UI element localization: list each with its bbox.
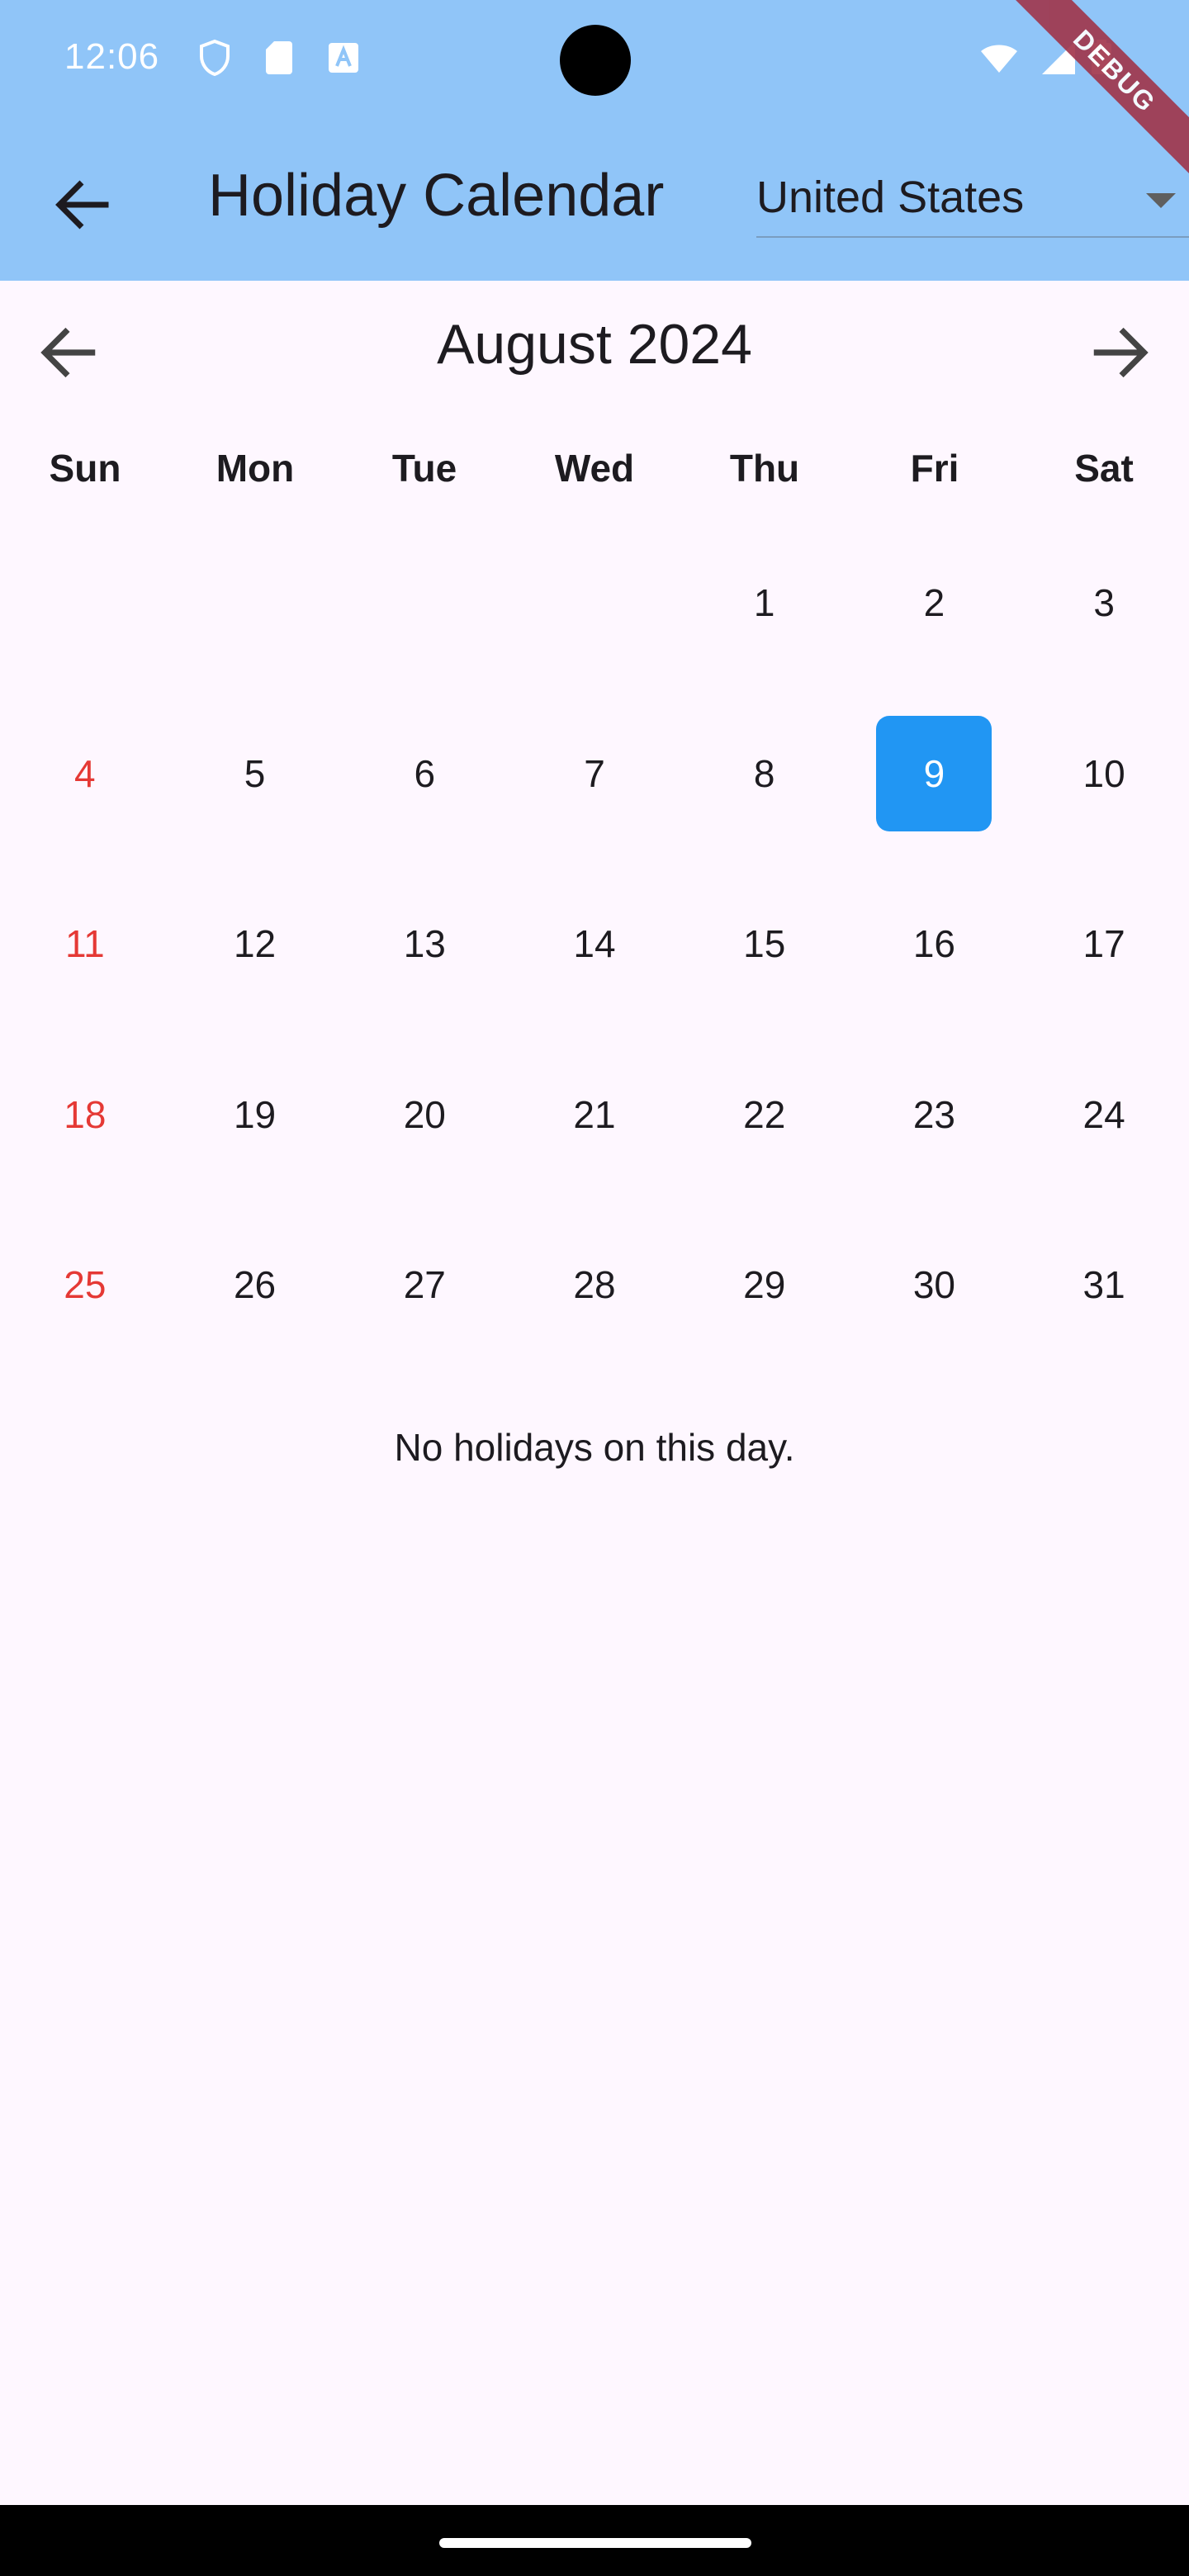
calendar-day[interactable]: 3 — [1046, 545, 1162, 661]
back-arrow-icon[interactable] — [48, 170, 117, 239]
camera-cutout — [560, 25, 631, 96]
calendar-day[interactable]: 10 — [1046, 716, 1162, 831]
next-month-button[interactable] — [1085, 317, 1156, 388]
calendar-day[interactable]: 13 — [367, 886, 482, 1002]
calendar-day[interactable]: 22 — [707, 1057, 822, 1172]
calendar-day[interactable]: 31 — [1046, 1227, 1162, 1342]
weekday-header: Sun Mon Tue Wed Thu Fri Sat — [0, 446, 1189, 495]
weekday-label: Sun — [49, 447, 121, 490]
calendar-day-selected[interactable]: 9 — [876, 715, 992, 831]
weekday-label: Thu — [729, 447, 800, 490]
wifi-icon — [981, 45, 1017, 73]
calendar-day[interactable]: 16 — [876, 886, 992, 1002]
country-dropdown[interactable]: United States — [756, 162, 1189, 238]
debug-banner: DEBUG — [1007, 0, 1189, 179]
calendar-day[interactable]: 17 — [1046, 886, 1162, 1002]
calendar-day[interactable]: 19 — [197, 1057, 313, 1172]
sd-card-icon — [266, 41, 292, 74]
country-selected-value: United States — [756, 173, 1025, 222]
calendar-day[interactable]: 14 — [537, 886, 652, 1002]
calendar-day[interactable]: 5 — [197, 716, 313, 831]
calendar-day[interactable]: 4 — [27, 716, 143, 831]
weekday-label: Fri — [910, 447, 959, 490]
calendar-day[interactable]: 23 — [876, 1057, 992, 1172]
calendar-day[interactable]: 28 — [537, 1227, 652, 1342]
status-time: 12:06 — [64, 36, 160, 77]
calendar-day[interactable]: 21 — [537, 1057, 652, 1172]
weekday-label: Sat — [1074, 447, 1134, 490]
weekday-label: Wed — [554, 447, 635, 490]
page-title: Holiday Calendar — [208, 163, 665, 229]
home-indicator[interactable] — [439, 2538, 751, 2548]
calendar-day[interactable]: 26 — [197, 1227, 313, 1342]
calendar-day[interactable]: 15 — [707, 886, 822, 1002]
calendar-day[interactable]: 24 — [1046, 1057, 1162, 1172]
calendar-day[interactable]: 6 — [367, 716, 482, 831]
calendar-day[interactable]: 30 — [876, 1227, 992, 1342]
calendar-day[interactable]: 2 — [876, 545, 992, 661]
dropdown-arrow-icon — [1146, 193, 1176, 208]
system-nav-bar — [0, 2505, 1189, 2576]
weekday-label: Tue — [391, 447, 457, 490]
app-bar: 12:06 DEBUG Holiday Calendar United Stat… — [0, 0, 1189, 281]
shield-icon — [200, 39, 230, 77]
weekday-label: Mon — [216, 447, 295, 490]
calendar-day[interactable]: 20 — [367, 1057, 482, 1172]
calendar-day[interactable]: 27 — [367, 1227, 482, 1342]
calendar-day[interactable]: 1 — [707, 545, 822, 661]
calendar-day[interactable]: 25 — [27, 1227, 143, 1342]
month-title: August 2024 — [437, 313, 752, 376]
calendar-day[interactable]: 7 — [537, 716, 652, 831]
calendar-day[interactable]: 8 — [707, 716, 822, 831]
calendar-day[interactable]: 12 — [197, 886, 313, 1002]
calendar-day[interactable]: 29 — [707, 1227, 822, 1342]
font-a-icon — [329, 43, 358, 73]
holiday-message: No holidays on this day. — [394, 1426, 795, 1469]
calendar-day[interactable]: 11 — [27, 886, 143, 1002]
calendar-day[interactable]: 18 — [27, 1057, 143, 1172]
